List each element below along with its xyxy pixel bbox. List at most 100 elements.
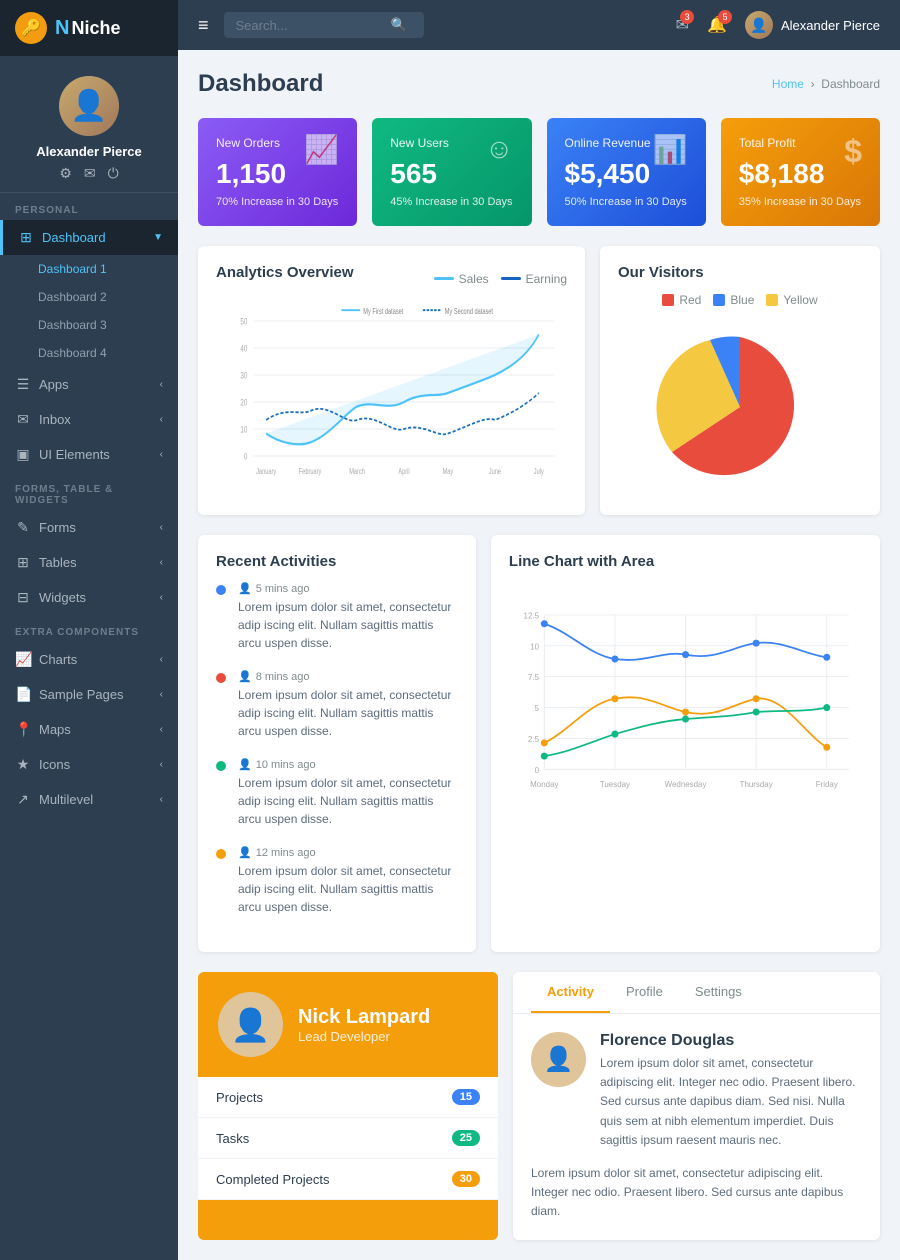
completed-badge: 30 [452,1171,480,1187]
sidebar: 🔑 NNiche Alexander Pierce ⚙ ✉ ⏻ PERSONAL… [0,0,178,1260]
sidebar-item-dashboard4[interactable]: Dashboard 4 [0,339,178,367]
analytics-card: Analytics Overview Sales Earning [198,246,585,515]
pie-chart [630,317,850,497]
inbox-icon: ✉ [15,411,31,428]
sidebar-item-dashboard[interactable]: ⊞ Dashboard ▼ [0,220,178,255]
sidebar-item-icons[interactable]: ★ Icons ‹ [0,747,178,782]
notifications-badge: 5 [718,10,732,24]
svg-text:Monday: Monday [530,780,558,789]
notifications-icon[interactable]: 🔔 5 [707,15,727,35]
svg-text:10: 10 [240,424,247,434]
tab-settings[interactable]: Settings [679,972,758,1013]
brand-name: NNiche [55,17,120,40]
tab-profile[interactable]: Profile [610,972,679,1013]
dashboard-icon: ⊞ [18,229,34,246]
tab-activity[interactable]: Activity [531,972,610,1013]
breadcrumb-home[interactable]: Home [772,77,804,91]
svg-text:July: July [534,468,544,476]
recent-activities-card: Recent Activities 👤 5 mins ago Lorem ips… [198,535,476,952]
chevron-down-icon: ▼ [153,232,163,243]
brand-n-letter: N [55,17,69,39]
sidebar-item-forms[interactable]: ✎ Forms ‹ [0,510,178,545]
user-profile-card: 👤 Nick Lampard Lead Developer Projects 1… [198,972,498,1240]
chevron-left-icon: ‹ [160,759,163,770]
activity-text: Lorem ipsum dolor sit amet, consectetur … [238,686,458,740]
menu-toggle-button[interactable]: ≡ [198,15,209,36]
activity-text: Lorem ipsum dolor sit amet, consectetur … [238,598,458,652]
svg-text:February: February [299,468,322,476]
activity-text-1: Lorem ipsum dolor sit amet, consectetur … [600,1054,862,1150]
main-wrapper: ≡ 🔍 ✉ 3 🔔 5 👤 Alexander Pierce Dashboard… [178,0,900,1260]
sidebar-item-ui-elements[interactable]: ▣ UI Elements ‹ [0,437,178,472]
visitors-card: Our Visitors Red Blue Yellow [600,246,880,515]
activity-user-info: 👤 Florence Douglas Lorem ipsum dolor sit… [531,1032,862,1150]
bottom-row: 👤 Nick Lampard Lead Developer Projects 1… [198,972,880,1240]
activity-item: 👤 8 mins ago Lorem ipsum dolor sit amet,… [216,670,458,740]
svg-text:June: June [489,468,501,476]
line-chart-svg: 12.5 10 7.5 5 2.5 0 Monday Tuesday Wedne… [509,582,862,842]
sidebar-item-dashboard3[interactable]: Dashboard 3 [0,311,178,339]
activity-content: 👤 12 mins ago Lorem ipsum dolor sit amet… [238,846,458,916]
visitors-title: Our Visitors [618,264,862,281]
activity-time: 👤 12 mins ago [238,846,458,859]
svg-text:50: 50 [240,316,247,326]
brand: 🔑 NNiche [0,0,178,56]
legend-red: Red [662,293,701,307]
legend-yellow: Yellow [766,293,817,307]
forms-icon: ✎ [15,519,31,536]
sidebar-item-tables[interactable]: ⊞ Tables ‹ [0,545,178,580]
analytics-header: Analytics Overview Sales Earning [216,264,567,293]
main-content: Dashboard Home › Dashboard New Orders 1,… [178,50,900,1260]
power-icon[interactable]: ⏻ [108,165,119,182]
messages-icon[interactable]: ✉ 3 [676,15,689,35]
sidebar-item-inbox[interactable]: ✉ Inbox ‹ [0,402,178,437]
profile-name: Nick Lampard [298,1006,430,1029]
sidebar-item-dashboard1[interactable]: Dashboard 1 [0,255,178,283]
gear-icon[interactable]: ⚙ [59,165,72,182]
page-header: Dashboard Home › Dashboard [198,70,880,98]
svg-text:20: 20 [240,397,247,407]
chevron-left-icon: ‹ [160,794,163,805]
svg-text:10: 10 [530,642,539,651]
email-icon[interactable]: ✉ [84,165,96,182]
messages-badge: 3 [680,10,694,24]
line-chart-title: Line Chart with Area [509,553,862,570]
activity-text: Lorem ipsum dolor sit amet, consectetur … [238,774,458,828]
chevron-left-icon: ‹ [160,689,163,700]
brand-key-icon: 🔑 [15,12,47,44]
search-box: 🔍 [224,12,424,38]
sidebar-item-apps[interactable]: ☰ Apps ‹ [0,367,178,402]
svg-text:0: 0 [534,766,539,775]
svg-text:5: 5 [534,704,539,713]
charts-icon: 📈 [15,651,31,668]
activities-row: Recent Activities 👤 5 mins ago Lorem ips… [198,535,880,952]
stat-cards: New Orders 1,150 70% Increase in 30 Days… [198,118,880,226]
user-panel: Alexander Pierce ⚙ ✉ ⏻ [0,56,178,193]
sidebar-item-multilevel[interactable]: ↗ Multilevel ‹ [0,782,178,817]
activities-title: Recent Activities [216,553,458,570]
sidebar-item-charts[interactable]: 📈 Charts ‹ [0,642,178,677]
tables-icon: ⊞ [15,554,31,571]
svg-text:My Second dataset: My Second dataset [445,308,493,316]
activity-dot-blue [216,585,226,595]
profile-avatar: 👤 [218,992,283,1057]
svg-text:March: March [349,468,365,476]
sidebar-item-maps[interactable]: 📍 Maps ‹ [0,712,178,747]
topbar-user[interactable]: 👤 Alexander Pierce [745,11,880,39]
pages-icon: 📄 [15,686,31,703]
svg-text:40: 40 [240,343,247,353]
legend-blue: Blue [713,293,754,307]
svg-text:Friday: Friday [816,780,838,789]
sidebar-item-sample-pages[interactable]: 📄 Sample Pages ‹ [0,677,178,712]
stat-users-icon: ☺ [485,133,514,165]
analytics-chart: 50 40 30 20 10 0 January February March … [216,303,567,483]
stat-row-completed: Completed Projects 30 [198,1159,498,1200]
page-title: Dashboard [198,70,323,98]
activity-content: 👤 8 mins ago Lorem ipsum dolor sit amet,… [238,670,458,740]
search-input[interactable] [236,18,386,33]
sidebar-item-widgets[interactable]: ⊟ Widgets ‹ [0,580,178,615]
sidebar-item-dashboard2[interactable]: Dashboard 2 [0,283,178,311]
chevron-left-icon: ‹ [160,557,163,568]
avatar [59,76,119,136]
search-icon: 🔍 [391,17,407,33]
